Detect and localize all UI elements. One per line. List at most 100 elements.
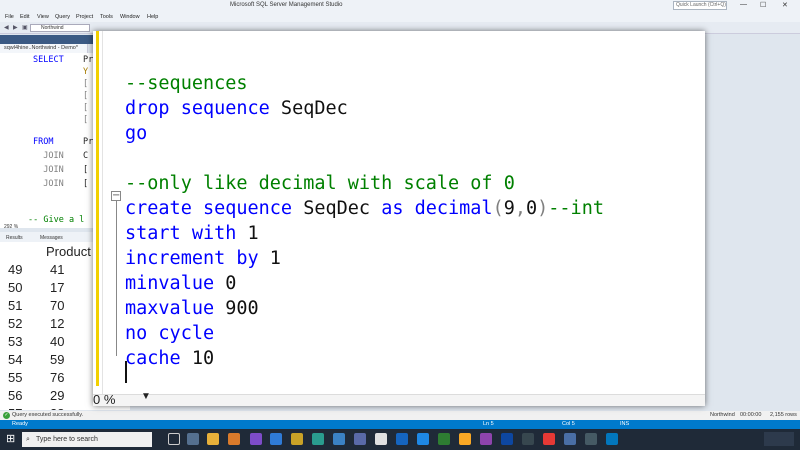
system-tray[interactable]: [764, 432, 794, 446]
code-line[interactable]: cache 10: [125, 347, 214, 371]
bg-code-line: [: [83, 79, 89, 89]
windows-start-icon[interactable]: ⊞: [6, 434, 17, 445]
zoom-dropdown-icon[interactable]: ▼: [141, 391, 151, 402]
bg-code-line: SELECT: [33, 55, 64, 65]
sql-token: 900: [214, 298, 259, 319]
tab-messages[interactable]: Messages: [40, 235, 63, 241]
tab-results[interactable]: Results: [6, 235, 23, 241]
table-row[interactable]: 57 28: [0, 406, 130, 410]
collapse-region-icon[interactable]: −: [111, 191, 121, 201]
app-icon[interactable]: [459, 433, 471, 445]
code-line[interactable]: drop sequence SeqDec: [125, 97, 348, 121]
menu-tools[interactable]: Tools: [100, 14, 113, 20]
chrome-icon[interactable]: [543, 433, 555, 445]
search-icon: ⌕: [26, 436, 30, 443]
code-line[interactable]: create sequence SeqDec as decimal(9,0)--…: [125, 197, 604, 221]
app-icon[interactable]: [417, 433, 429, 445]
taskbar-search-placeholder: Type here to search: [36, 436, 98, 443]
app-icon[interactable]: [501, 433, 513, 445]
status-line: Ln 5: [483, 421, 494, 427]
app-icon[interactable]: [333, 433, 345, 445]
bg-comment: -- Give a l: [28, 215, 85, 225]
menu-project[interactable]: Project: [76, 14, 93, 20]
zoomed-query-editor[interactable]: − --sequences drop sequence SeqDec go --onl…: [93, 31, 705, 406]
menu-help[interactable]: Help: [147, 14, 158, 20]
menu-view[interactable]: View: [37, 14, 49, 20]
quick-launch-input[interactable]: Quick Launch (Ctrl+Q): [673, 1, 727, 10]
app-icon[interactable]: [228, 433, 240, 445]
outlook-icon[interactable]: [396, 433, 408, 445]
bg-code-line: FROM: [33, 137, 54, 147]
new-query-icon[interactable]: ▣: [22, 24, 28, 31]
code-line[interactable]: minvalue 0: [125, 272, 236, 296]
sql-comment: --only like decimal with scale of 0: [125, 173, 515, 194]
cell-value: 12: [50, 316, 65, 331]
sql-token: (: [492, 198, 504, 219]
sql-keyword: drop sequence: [125, 98, 270, 119]
code-line[interactable]: no cycle: [125, 322, 214, 346]
row-number: 50: [8, 280, 23, 295]
code-line[interactable]: start with 1: [125, 222, 259, 246]
menu-file[interactable]: File: [5, 14, 14, 20]
sql-token: 0: [214, 273, 237, 294]
cell-value: 41: [50, 262, 65, 277]
row-number: 55: [8, 370, 23, 385]
code-line[interactable]: maxvalue 900: [125, 297, 259, 321]
tab-query-document[interactable]: sqwl4hine..Northwind - Demo*: [0, 44, 88, 53]
sql-token: 0: [526, 198, 538, 219]
app-icon[interactable]: [375, 433, 387, 445]
bg-code-line: [: [83, 91, 89, 101]
title-bar: Microsoft SQL Server Management Studio Q…: [0, 0, 800, 12]
cell-value: 28: [50, 406, 64, 410]
success-icon: ✓: [3, 412, 10, 419]
results-column-header[interactable]: Product: [46, 244, 91, 259]
bg-zoom-level[interactable]: 292 %: [4, 224, 18, 230]
cell-value: 70: [50, 298, 65, 313]
sql-keyword: increment by: [125, 248, 259, 269]
app-icon[interactable]: [438, 433, 450, 445]
query-status-bar: ✓ Query executed successfully. Northwind…: [0, 411, 800, 420]
sql-keyword: minvalue: [125, 273, 215, 294]
app-icon[interactable]: [585, 433, 597, 445]
app-icon[interactable]: [606, 433, 618, 445]
taskbar-search-input[interactable]: ⌕ Type here to search: [22, 432, 152, 447]
code-line[interactable]: increment by 1: [125, 247, 281, 271]
app-icon[interactable]: [312, 433, 324, 445]
app-icon[interactable]: [291, 433, 303, 445]
cortana-icon[interactable]: [168, 433, 180, 445]
file-explorer-icon[interactable]: [207, 433, 219, 445]
edge-icon[interactable]: [270, 433, 282, 445]
sql-comment: --int: [548, 198, 604, 219]
bg-code-line: C: [83, 151, 89, 161]
sql-token: 10: [180, 348, 215, 369]
close-button[interactable]: ✕: [782, 1, 788, 9]
bg-code-line: JOIN: [33, 179, 64, 189]
database-select[interactable]: Northwind: [30, 24, 90, 32]
visual-studio-icon[interactable]: [250, 433, 262, 445]
menu-window[interactable]: Window: [120, 14, 140, 20]
zoom-level[interactable]: 0 %: [93, 392, 115, 406]
menu-edit[interactable]: Edit: [20, 14, 29, 20]
bg-code-line: Pr: [83, 137, 94, 147]
sql-keyword: start with: [125, 223, 237, 244]
ssms-icon[interactable]: [354, 433, 366, 445]
task-view-icon[interactable]: [187, 433, 199, 445]
minimize-button[interactable]: —: [740, 1, 747, 8]
cell-value: 59: [50, 352, 65, 367]
status-column: Col 5: [562, 421, 575, 427]
sql-token: 9: [503, 198, 515, 219]
code-line[interactable]: --sequences: [125, 72, 248, 96]
status-elapsed-time: 00:00:00: [740, 412, 762, 418]
code-line[interactable]: go: [125, 122, 147, 146]
app-icon[interactable]: [564, 433, 576, 445]
forward-icon[interactable]: ▶: [13, 24, 18, 31]
sql-keyword: as decimal: [381, 198, 493, 219]
back-icon[interactable]: ◀: [4, 24, 9, 31]
app-icon[interactable]: [522, 433, 534, 445]
sql-token: ): [537, 198, 549, 219]
menu-query[interactable]: Query: [55, 14, 70, 20]
maximize-button[interactable]: ☐: [760, 1, 766, 9]
app-icon[interactable]: [480, 433, 492, 445]
sql-token: SeqDec: [269, 98, 348, 119]
code-line[interactable]: --only like decimal with scale of 0: [125, 172, 515, 196]
